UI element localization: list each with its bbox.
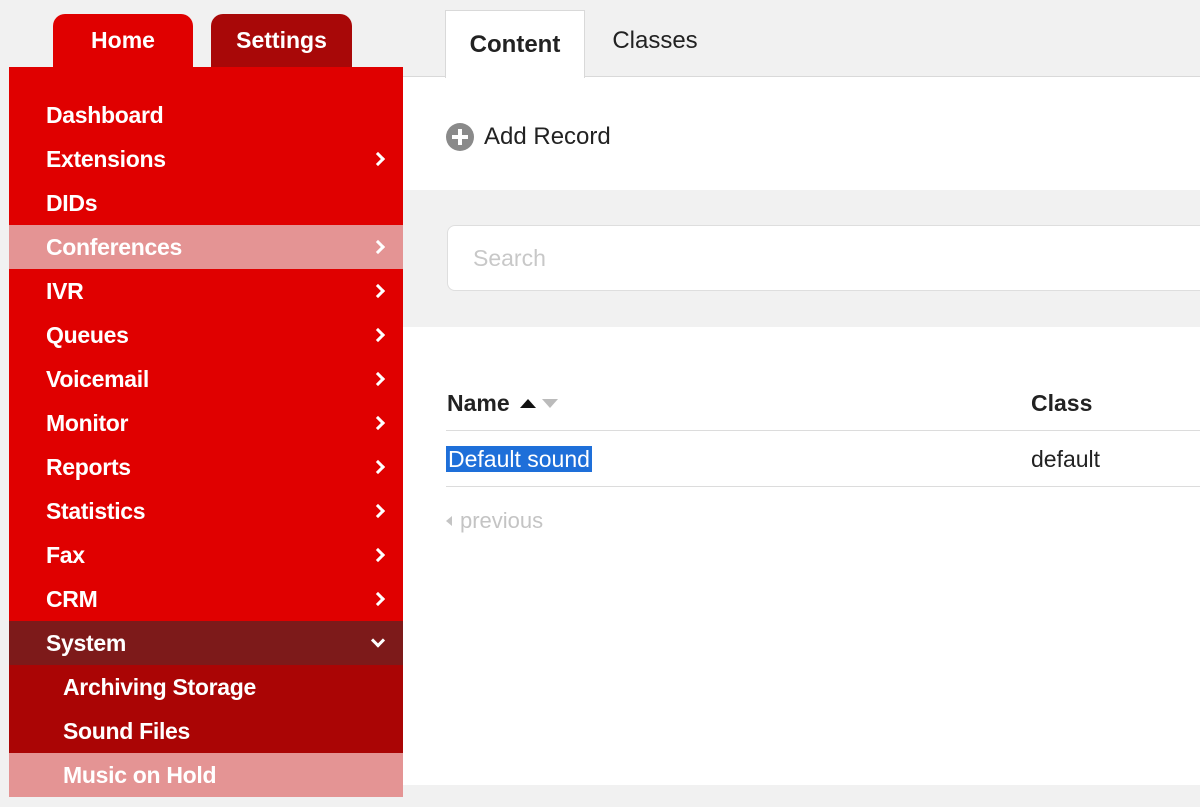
- main-panel: Content Classes Add Record Name Class De…: [403, 8, 1200, 785]
- chevron-right-icon: [370, 371, 386, 387]
- sidebar-item-label: Fax: [46, 541, 85, 568]
- sidebar-item-label: Archiving Storage: [63, 673, 256, 700]
- chevron-right-icon: [370, 327, 386, 343]
- column-header-name[interactable]: Name: [447, 390, 558, 417]
- sidebar-item-label: Extensions: [46, 145, 166, 172]
- sidebar-item-label: Sound Files: [63, 717, 191, 744]
- sidebar-item-system[interactable]: System: [9, 621, 403, 665]
- sidebar-item-ivr[interactable]: IVR: [9, 269, 403, 313]
- chevron-right-icon: [370, 283, 386, 299]
- sidebar-item-dashboard[interactable]: Dashboard: [9, 93, 403, 137]
- chevron-right-icon: [370, 503, 386, 519]
- pagination-previous-label: previous: [460, 508, 544, 533]
- table-header: Name Class: [446, 378, 1200, 431]
- caret-left-icon: [446, 516, 452, 526]
- sidebar-item-label: Reports: [46, 453, 131, 480]
- sort-descending-icon[interactable]: [541, 399, 558, 408]
- sidebar-item-conferences[interactable]: Conferences: [9, 225, 403, 269]
- chevron-right-icon: [370, 591, 386, 607]
- sidebar-item-label: Dashboard: [46, 101, 164, 128]
- plus-circle-icon: [446, 123, 474, 151]
- sidebar-item-label: Voicemail: [46, 365, 149, 392]
- chevron-right-icon: [370, 459, 386, 475]
- tab-content[interactable]: Content: [445, 10, 585, 78]
- sidebar-subitem-archiving-storage[interactable]: Archiving Storage: [9, 665, 403, 709]
- sidebar-item-label: CRM: [46, 585, 98, 612]
- sidebar-item-label: Conferences: [46, 233, 183, 260]
- sidebar-item-dids[interactable]: DIDs: [9, 181, 403, 225]
- top-tabs: Home Settings: [9, 8, 403, 67]
- sidebar-subitem-music-on-hold[interactable]: Music on Hold: [9, 753, 403, 797]
- search-input[interactable]: [447, 225, 1200, 291]
- sidebar-item-statistics[interactable]: Statistics: [9, 489, 403, 533]
- chevron-down-icon: [370, 633, 386, 648]
- sidebar-item-label: System: [46, 629, 127, 656]
- search-bar: [403, 190, 1200, 327]
- sidebar-item-fax[interactable]: Fax: [9, 533, 403, 577]
- table-row[interactable]: Default sound default: [446, 431, 1200, 487]
- sidebar-menu: Dashboard Extensions DIDs Conferences IV…: [9, 67, 403, 797]
- sidebar-item-label: Monitor: [46, 409, 129, 436]
- column-header-class[interactable]: Class: [1031, 390, 1092, 417]
- tab-bar: Content Classes: [403, 8, 1200, 78]
- sidebar-item-label: IVR: [46, 277, 84, 304]
- sidebar-item-reports[interactable]: Reports: [9, 445, 403, 489]
- cell-name[interactable]: Default sound: [446, 446, 592, 473]
- sidebar-subitem-sound-files[interactable]: Sound Files: [9, 709, 403, 753]
- selected-text: Default sound: [446, 446, 592, 472]
- chevron-right-icon: [370, 415, 386, 431]
- sidebar-item-label: Music on Hold: [63, 761, 217, 788]
- sidebar: Home Settings Dashboard Extensions DIDs …: [9, 8, 403, 797]
- settings-tab[interactable]: Settings: [211, 14, 352, 67]
- add-record-button[interactable]: Add Record: [446, 123, 611, 151]
- sidebar-item-label: DIDs: [46, 189, 98, 216]
- chevron-right-icon: [370, 547, 386, 563]
- cell-class: default: [1031, 446, 1101, 472]
- tab-classes[interactable]: Classes: [585, 8, 725, 74]
- sort-ascending-icon[interactable]: [519, 399, 536, 408]
- sidebar-item-voicemail[interactable]: Voicemail: [9, 357, 403, 401]
- chevron-right-icon: [370, 239, 386, 255]
- sidebar-item-label: Statistics: [46, 497, 146, 524]
- sidebar-item-extensions[interactable]: Extensions: [9, 137, 403, 181]
- sidebar-item-queues[interactable]: Queues: [9, 313, 403, 357]
- pagination-previous[interactable]: previous: [446, 508, 543, 534]
- column-header-name-label: Name: [447, 390, 510, 416]
- sidebar-item-monitor[interactable]: Monitor: [9, 401, 403, 445]
- home-tab[interactable]: Home: [53, 14, 193, 67]
- sidebar-item-crm[interactable]: CRM: [9, 577, 403, 621]
- records-table: Name Class Default sound default: [446, 378, 1200, 487]
- sidebar-item-label: Queues: [46, 321, 129, 348]
- chevron-right-icon: [370, 151, 386, 167]
- add-record-label: Add Record: [484, 123, 611, 150]
